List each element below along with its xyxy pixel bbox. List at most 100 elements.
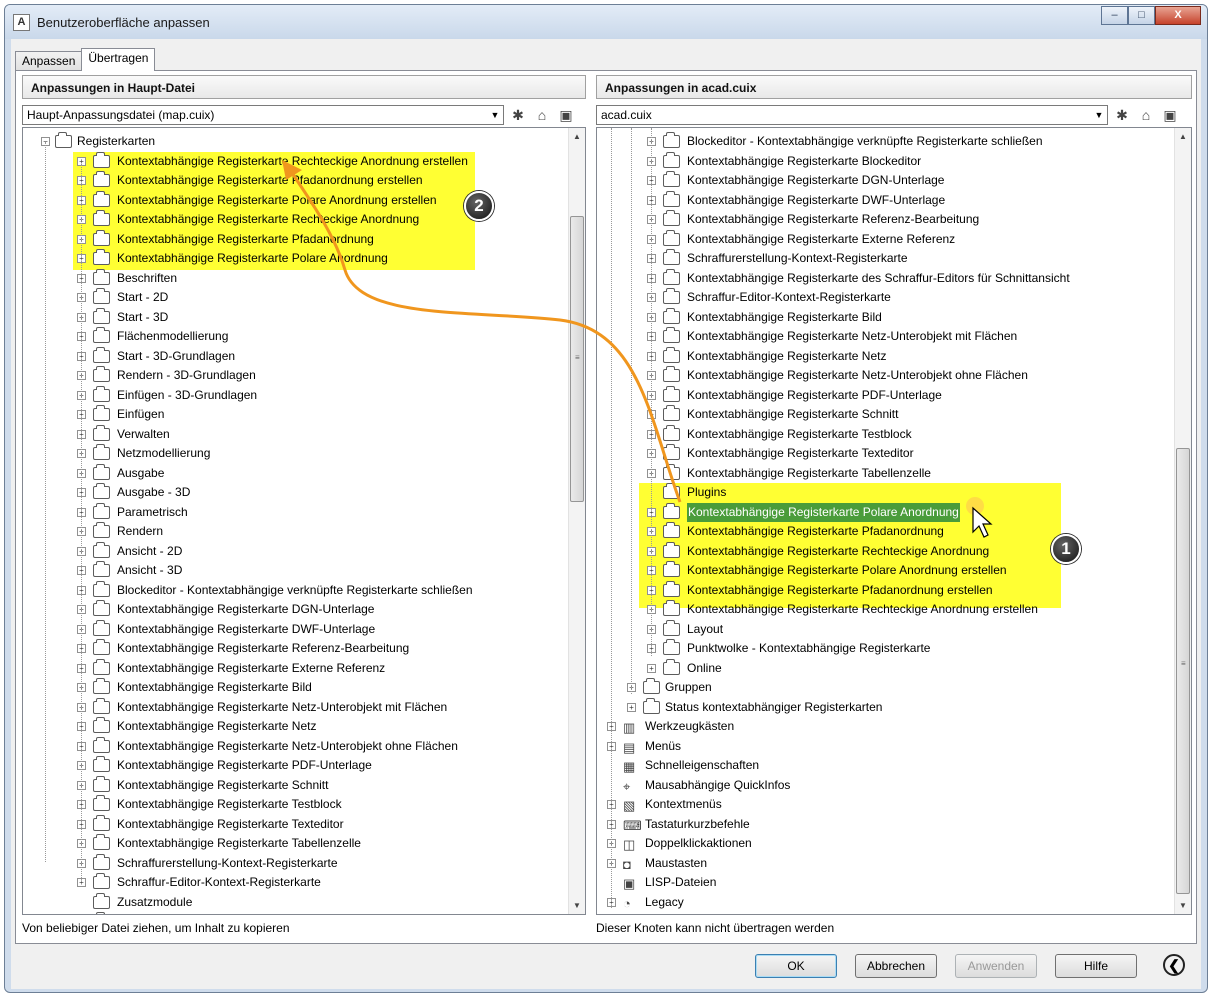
tree-item-label: Status kontextabhängiger Registerkarten [665, 699, 883, 714]
tree-item-label: Kontextabhängige Registerkarte Pfadanord… [687, 524, 944, 538]
menu-icon: ▤ [623, 739, 636, 755]
help-button[interactable]: Hilfe [1055, 954, 1137, 978]
save-icon[interactable]: ▣ [1160, 105, 1180, 125]
tree-item-label: Kontextabhängige Registerkarte PDF-Unter… [117, 758, 372, 772]
ribbon-tab-icon [663, 424, 680, 441]
tree-item-label: Kontextabhängige Registerkarte PDF-Unter… [687, 387, 942, 402]
tree-item-label: Punktwolke - Kontextabhängige Registerka… [687, 641, 931, 655]
tree-item-label: Kontextabhängige Registerkarte Externe R… [687, 231, 956, 246]
ribbon-tab-icon [93, 775, 110, 792]
ribbon-tab-icon [663, 346, 680, 363]
ribbon-tab-icon [663, 561, 680, 577]
transfer-tab-page: Anpassungen in Haupt-Datei Haupt-Anpassu… [15, 70, 1197, 944]
tree-item-label: Kontextabhängige Registerkarte Externe R… [117, 660, 386, 675]
left-scrollbar[interactable]: ▲ ≡ ▼ [568, 128, 585, 914]
tree-item-label: Schraffur-Editor-Kontext-Registerkarte [687, 290, 891, 304]
step-badge-2: 2 [464, 191, 494, 221]
tree-item-label: Einfügen - 3D-Grundlagen [117, 387, 258, 402]
ribbon-tab-icon [93, 561, 110, 577]
chevron-down-icon: ▼ [490, 110, 500, 120]
ribbon-tab-icon [663, 541, 680, 558]
keyboard-shortcut-icon: ⌨ [623, 817, 642, 833]
ribbon-tab-icon [93, 795, 110, 811]
ok-button[interactable]: OK [755, 954, 837, 978]
right-scrollbar[interactable]: ▲ ≡ ▼ [1174, 128, 1191, 914]
tree-item-label: Kontextabhängige Registerkarte Pfadanord… [687, 582, 993, 597]
ribbon-tab-icon [663, 405, 680, 421]
scroll-up-icon[interactable]: ▲ [1175, 128, 1191, 145]
tree-item-label: Kontextabhängige Registerkarte Bild [117, 680, 312, 694]
ribbon-tab-icon [93, 385, 110, 402]
right-scroll-thumb[interactable]: ≡ [1176, 448, 1190, 894]
legacy-icon: ◔ [623, 895, 631, 911]
rollover-tooltip-icon: ⌖ [623, 778, 631, 794]
ribbon-tab-icon [93, 405, 110, 421]
minimize-button[interactable]: – [1101, 6, 1128, 25]
tree-item-label: Schnelleigenschaften [645, 758, 760, 772]
scroll-up-icon[interactable]: ▲ [569, 128, 585, 145]
expand-icon[interactable]: + [627, 702, 636, 712]
maximize-button[interactable]: □ [1128, 6, 1155, 25]
left-tree[interactable]: − Registerkarten + Kontextabhängige Registe… [22, 127, 586, 915]
tree-item-label: Start - 2D [117, 290, 169, 304]
tab-uebertragen[interactable]: Übertragen [81, 48, 156, 71]
expand-icon[interactable]: + [647, 663, 656, 673]
right-tree[interactable]: + Blockeditor - Kontextabhängige verknüpf… [596, 127, 1192, 915]
ribbon-tab-icon [93, 151, 110, 168]
tree-item-label: Kontextabhängige Registerkarte Rechtecki… [687, 602, 1038, 616]
tree-item-label: Beschriften [117, 270, 178, 285]
tree-item-label: Kontextabhängige Registerkarte DWF-Unter… [687, 192, 946, 207]
tree-item-label: Verwalten [117, 426, 170, 441]
tree-item-label: Ausgabe - 3D [117, 485, 191, 499]
tree-item-label: Kontextabhängige Registerkarte Polare An… [117, 251, 388, 265]
contextual-tab-states-icon [643, 697, 660, 714]
ribbon-tab-icon [663, 522, 680, 538]
tree-item-label: Kontextabhängige Registerkarte Pfadanord… [117, 231, 374, 246]
new-file-icon[interactable]: ✱ [508, 105, 528, 125]
tree-item-label: Blockeditor - Kontextabhängige verknüpft… [687, 134, 1043, 148]
ribbon-tab-icon [93, 736, 110, 753]
collapse-icon[interactable]: ❮ [1163, 954, 1185, 976]
ribbon-tab-icon [663, 132, 680, 148]
ribbon-tab-icon [663, 658, 680, 675]
left-file-select-value: Haupt-Anpassungsdatei (map.cuix) [27, 108, 215, 122]
tree-item-label: Rendern [117, 524, 164, 538]
tree-item-label: Kontextabhängige Registerkarte Netz-Unte… [117, 699, 448, 714]
ribbon-tab-icon [663, 327, 680, 343]
tree-item-label: Registerkarten [77, 134, 156, 148]
tree-item-label: Blockeditor - Kontextabhängige verknüpft… [117, 582, 473, 597]
step-badge-1: 1 [1051, 534, 1081, 564]
apply-button[interactable]: Anwenden [955, 954, 1037, 978]
cancel-button[interactable]: Abbrechen [855, 954, 937, 978]
ribbon-panel-group-icon [643, 678, 660, 694]
left-scroll-thumb[interactable]: ≡ [570, 216, 584, 502]
tree-item-label: Tastaturkurzbefehle [645, 816, 750, 831]
open-folder-icon[interactable]: ⌂ [1136, 105, 1156, 125]
tree-item-label: Kontextabhängige Registerkarte Testblock [117, 797, 342, 811]
ribbon-tab-icon [93, 600, 110, 616]
tree-item-label: Schraffur-Editor-Kontext-Registerkarte [117, 875, 321, 889]
tab-anpassen[interactable]: Anpassen [15, 51, 83, 71]
tree-item-label: Start - 3D-Grundlagen [117, 348, 236, 363]
ribbon-tab-icon [93, 580, 110, 597]
ribbon-tab-icon [93, 619, 110, 636]
open-folder-icon[interactable]: ⌂ [532, 105, 552, 125]
ribbon-tab-icon [663, 444, 680, 460]
title-bar[interactable]: A Benutzeroberfläche anpassen – □ X [5, 5, 1207, 39]
ribbon-tab-icon [663, 580, 680, 597]
new-file-icon[interactable]: ✱ [1112, 105, 1132, 125]
scroll-down-icon[interactable]: ▼ [1175, 897, 1191, 914]
tree-item-label: Ansicht - 3D [117, 563, 183, 577]
tree-item-label: Kontextabhängige Registerkarte Polare An… [687, 563, 1007, 577]
ribbon-tab-icon [93, 873, 110, 889]
tree-item-label: Einfügen [117, 407, 165, 421]
right-file-select[interactable]: acad.cuix ▼ [596, 105, 1108, 125]
left-file-select[interactable]: Haupt-Anpassungsdatei (map.cuix) ▼ [22, 105, 504, 125]
app-icon: A [13, 14, 30, 31]
close-button[interactable]: X [1155, 6, 1201, 25]
save-icon[interactable]: ▣ [556, 105, 576, 125]
lisp-file-icon: ▣ [623, 876, 636, 891]
dialog-client: Anpassen Übertragen Anpassungen in Haupt… [11, 39, 1201, 989]
scroll-down-icon[interactable]: ▼ [569, 897, 585, 914]
ribbon-tab-icon [93, 463, 110, 480]
